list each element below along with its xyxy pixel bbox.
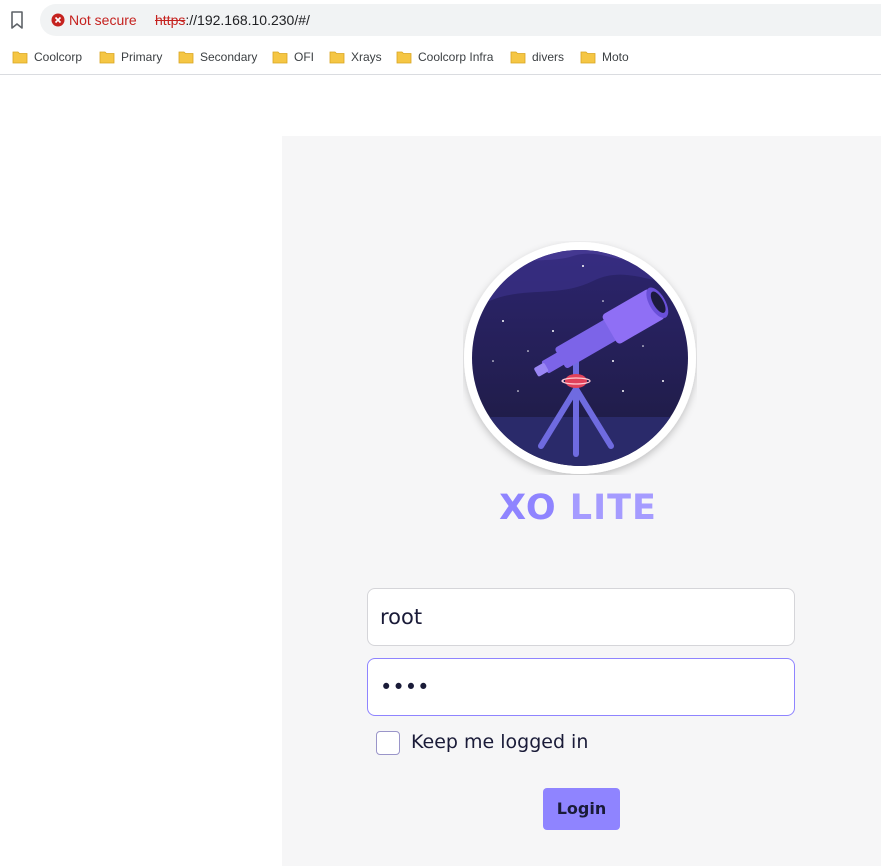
bookmark-icon[interactable] (10, 11, 24, 29)
password-field[interactable]: •••• (367, 658, 795, 716)
brand-lite: LITE (556, 488, 657, 528)
bookmark-folder-ofi[interactable]: OFI (272, 48, 314, 66)
browser-toolbar: Not secure https://192.168.10.230/#/ (0, 0, 881, 40)
security-status[interactable]: Not secure (69, 12, 137, 28)
folder-icon (272, 51, 288, 64)
url-text[interactable]: https://192.168.10.230/#/ (155, 12, 310, 28)
bookmark-label: divers (532, 50, 565, 64)
app-brand-title: XO LITE (478, 488, 678, 528)
bookmark-label: Primary (121, 50, 163, 64)
bookmarks-bar: Coolcorp Primary Secondary OFI Xrays Coo… (0, 40, 881, 75)
bookmark-folder-divers[interactable]: divers (510, 48, 564, 66)
bookmark-label: Xrays (351, 50, 382, 64)
bookmark-label: Coolcorp Infra (418, 50, 494, 64)
folder-icon (396, 51, 412, 64)
folder-icon (99, 51, 115, 64)
folder-icon (580, 51, 596, 64)
bookmark-folder-coolcorp[interactable]: Coolcorp (12, 48, 82, 66)
bookmark-label: OFI (294, 50, 314, 64)
username-input[interactable] (380, 589, 782, 645)
folder-icon (329, 51, 345, 64)
password-input[interactable]: •••• (380, 675, 430, 699)
not-secure-icon[interactable] (51, 13, 65, 27)
bookmark-folder-primary[interactable]: Primary (99, 48, 162, 66)
telescope-logo-icon (464, 242, 696, 474)
brand-xo: XO (499, 488, 557, 528)
url-path: ://192.168.10.230/#/ (185, 12, 310, 28)
login-button[interactable]: Login (543, 788, 620, 830)
bookmark-folder-secondary[interactable]: Secondary (178, 48, 257, 66)
folder-icon (178, 51, 194, 64)
bookmark-folder-moto[interactable]: Moto (580, 48, 629, 66)
folder-icon (510, 51, 526, 64)
bookmark-label: Coolcorp (34, 50, 83, 64)
url-scheme: https (155, 12, 186, 28)
keep-logged-in-checkbox[interactable] (376, 731, 400, 755)
bookmark-folder-xrays[interactable]: Xrays (329, 48, 382, 66)
folder-icon (12, 51, 28, 64)
bookmark-label: Secondary (200, 50, 258, 64)
address-bar[interactable]: Not secure https://192.168.10.230/#/ (40, 4, 881, 36)
username-field[interactable] (367, 588, 795, 646)
bookmark-label: Moto (602, 50, 629, 64)
bookmark-folder-coolcorp-infra[interactable]: Coolcorp Infra (396, 48, 493, 66)
keep-logged-in-label[interactable]: Keep me logged in (411, 731, 588, 753)
